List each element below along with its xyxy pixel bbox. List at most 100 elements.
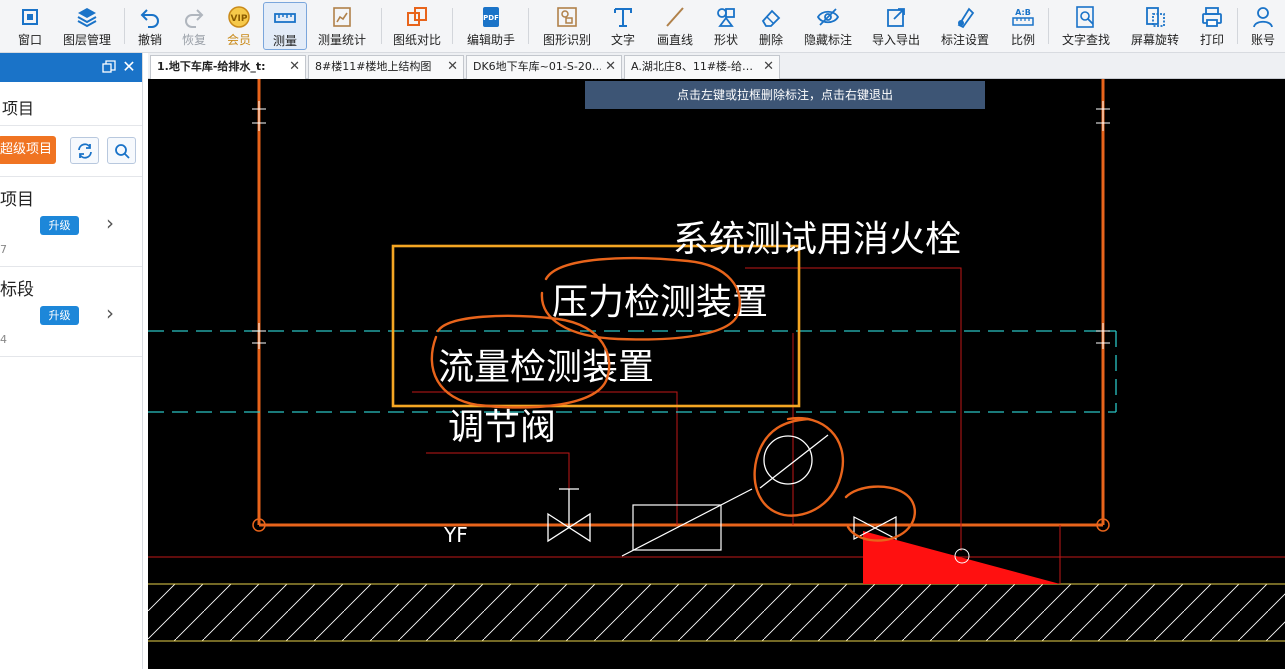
toolbar-label: 会员 <box>226 33 251 47</box>
tab-document-3[interactable]: DK6地下车库~01-S-20… ✕ <box>466 55 622 79</box>
freehand-circle-gauge <box>753 416 845 517</box>
annotation-settings-button[interactable]: 标注设置 <box>937 2 993 50</box>
close-icon[interactable]: ✕ <box>122 59 136 75</box>
shape-recognize-button[interactable]: 图形识别 <box>538 2 596 50</box>
eye-hide-icon <box>816 8 840 26</box>
chevron-right-icon[interactable]: › <box>106 301 114 325</box>
toolbar-label: 隐藏标注 <box>803 33 852 47</box>
shape-button[interactable]: 形状 <box>707 2 745 50</box>
toolbar-label: 图纸对比 <box>392 33 441 47</box>
rotate-screen-icon <box>1146 7 1165 27</box>
divider <box>0 125 142 126</box>
toolbar-label: 导入导出 <box>871 33 920 47</box>
toolbar-label: 恢复 <box>181 33 206 47</box>
project-card-name: 标段 <box>0 280 34 300</box>
edit-assistant-button[interactable]: PDF 编辑助手 <box>462 2 520 50</box>
chevron-right-icon[interactable]: › <box>106 211 114 235</box>
close-icon[interactable]: ✕ <box>447 56 458 78</box>
valve-symbol <box>547 488 591 543</box>
toolbar-label: 屏幕旋转 <box>1130 33 1179 47</box>
sync-button[interactable] <box>70 137 99 164</box>
shape-icon <box>717 8 735 27</box>
panel-header: ✕ <box>0 53 142 82</box>
tab-document-2[interactable]: 8#楼11#楼地上结构图 ✕ <box>308 55 464 79</box>
toolbar-label: 图形识别 <box>542 33 591 47</box>
close-icon[interactable]: ✕ <box>289 56 300 78</box>
toolbar-separator <box>452 8 453 44</box>
scale-button[interactable]: A:B 比例 <box>1005 2 1041 50</box>
layers-button[interactable]: 图层管理 <box>58 2 116 50</box>
toolbar-separator <box>528 8 529 44</box>
print-icon <box>1202 7 1222 27</box>
ground-hatch <box>148 583 1285 642</box>
toolbar-label: 文字查找 <box>1061 33 1110 47</box>
tab-label: 1.地下车库-给排水_t: <box>157 60 266 73</box>
close-icon[interactable]: ✕ <box>763 56 774 78</box>
import-export-button[interactable]: 导入导出 <box>868 2 924 50</box>
delete-hint-banner: 点击左键或拉框删除标注，点击右键退出 <box>585 81 985 109</box>
project-card-name: 项目 <box>0 190 34 210</box>
tab-document-1[interactable]: 1.地下车库-给排水_t: ✕ <box>150 55 306 79</box>
check-valve-symbol <box>853 516 1060 584</box>
compare-button[interactable]: 图纸对比 <box>390 2 444 50</box>
close-icon[interactable]: ✕ <box>605 56 616 78</box>
measure-button[interactable]: 测量 <box>263 2 307 50</box>
toolbar-separator <box>1237 8 1238 44</box>
layers-icon <box>77 8 97 28</box>
text-icon <box>614 8 632 27</box>
hide-annotation-button[interactable]: 隐藏标注 <box>800 2 856 50</box>
panel-title: 项目 <box>2 99 35 118</box>
super-project-button[interactable]: 超级项目 <box>0 136 56 164</box>
drawing-canvas[interactable]: 系统测试用消火栓 压力检测装置 流量检测装置 调节阀 YF 点击左键或拉框删除标… <box>148 79 1285 669</box>
delete-button[interactable]: 删除 <box>753 2 789 50</box>
label-yf: YF <box>443 523 468 547</box>
vip-button[interactable]: VIP 会员 <box>222 2 256 50</box>
draw-line-button[interactable]: 画直线 <box>653 2 697 50</box>
undo-button[interactable]: 撤销 <box>133 2 167 50</box>
toolbar-label: 画直线 <box>656 33 693 47</box>
flow-meter-symbol <box>621 488 753 557</box>
toolbar-label: 窗口 <box>17 33 42 47</box>
restore-icon[interactable] <box>102 60 116 74</box>
edit-assistant-icon: PDF <box>483 7 499 27</box>
tab-label: DK6地下车库~01-S-20… <box>473 60 601 73</box>
upgrade-button[interactable]: 升级 <box>40 216 79 235</box>
svg-text:A:B: A:B <box>1015 8 1031 17</box>
window-button[interactable]: 窗口 <box>8 2 52 50</box>
label-fire-hydrant-test: 系统测试用消火栓 <box>673 219 961 260</box>
svg-text:VIP: VIP <box>231 14 248 24</box>
account-button[interactable]: 账号 <box>1245 2 1281 50</box>
project-card-meta: 7 <box>0 243 7 256</box>
shape-recognize-icon <box>557 7 577 27</box>
text-button[interactable]: 文字 <box>605 2 641 50</box>
project-card[interactable]: 标段 升级 › 4 <box>0 266 142 356</box>
tab-label: 8#楼11#楼地上结构图 <box>315 60 432 73</box>
cad-drawing: 系统测试用消火栓 压力检测装置 流量检测装置 调节阀 YF <box>148 79 1285 642</box>
toolbar-label: 删除 <box>758 33 783 47</box>
toolbar-separator <box>381 8 382 44</box>
toolbar-separator <box>124 8 125 44</box>
print-button[interactable]: 打印 <box>1194 2 1230 50</box>
toolbar-label: 测量统计 <box>317 33 366 47</box>
rotate-screen-button[interactable]: 屏幕旋转 <box>1127 2 1183 50</box>
tab-document-4[interactable]: A.湖北庄8、11#楼-给… ✕ <box>624 55 780 79</box>
toolbar-label: 形状 <box>713 33 738 47</box>
measure-icon <box>274 13 296 23</box>
project-panel: ✕ 项目 超级项目 项目 升级 › 7 标段 升级 › 4 <box>0 53 143 669</box>
redo-button[interactable]: 恢复 <box>177 2 211 50</box>
upgrade-button[interactable]: 升级 <box>40 306 79 325</box>
freehand-circle-valve <box>844 485 916 542</box>
app-window: 窗口 图层管理 撤销 恢复 VIP 会员 测量 测量统计 图纸对比 PDF 编辑… <box>0 0 1285 669</box>
search-button[interactable] <box>107 137 136 164</box>
text-search-button[interactable]: 文字查找 <box>1057 2 1115 50</box>
project-card[interactable]: 项目 升级 › 7 <box>0 176 142 266</box>
toolbar-label: 编辑助手 <box>466 33 515 47</box>
toolbar-label: 标注设置 <box>940 33 989 47</box>
account-icon <box>1253 7 1273 28</box>
measure-stats-button[interactable]: 测量统计 <box>313 2 371 50</box>
toolbar-label: 打印 <box>1199 33 1224 47</box>
label-regulating-valve: 调节阀 <box>448 407 556 448</box>
toolbar-label: 账号 <box>1250 33 1275 47</box>
undo-icon <box>140 9 159 28</box>
toolbar-separator <box>1048 8 1049 44</box>
